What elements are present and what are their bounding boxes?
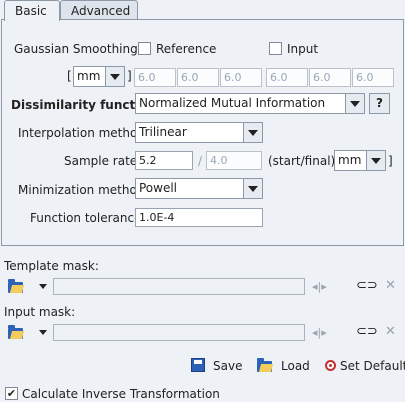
link-icon[interactable]: ⊂⊃ [356, 324, 378, 340]
template-mask-label: Template mask: [4, 259, 99, 273]
tab-advanced-label: Advanced [71, 4, 131, 18]
reference-checkbox[interactable] [138, 42, 151, 55]
close-icon[interactable]: ✕ [385, 324, 396, 340]
load-folder-icon [257, 358, 272, 372]
minimization-label: Minimization method [18, 183, 145, 197]
sample-rate-unit-select[interactable]: mm [334, 150, 386, 171]
gaussian-unit-value: mm [77, 69, 101, 83]
gaussian-bracket-open: [ [67, 69, 72, 83]
minimization-select[interactable]: Powell [135, 178, 263, 199]
inverse-checkbox[interactable]: ✔ [5, 387, 18, 400]
interpolation-select[interactable]: Trilinear [135, 122, 263, 143]
input-y-field[interactable]: 6.0 [309, 68, 351, 87]
tolerance-label: Function tolerance [30, 211, 142, 225]
help-button[interactable]: ? [369, 93, 390, 114]
input-z-field[interactable]: 6.0 [352, 68, 394, 87]
tab-basic[interactable]: Basic [4, 0, 60, 21]
gaussian-unit-select[interactable]: mm [73, 66, 125, 87]
tolerance-field[interactable]: 1.0E-4 [135, 208, 263, 227]
set-default-button[interactable]: Set Default [340, 358, 405, 374]
load-button[interactable]: Load [281, 358, 310, 374]
gaussian-bracket-close: ] [127, 69, 132, 83]
chevron-down-icon [105, 67, 124, 86]
link-icon[interactable]: ⊂⊃ [356, 278, 378, 294]
sample-rate-final-field[interactable]: 4.0 [206, 151, 262, 170]
sample-rate-slash: / [198, 154, 203, 168]
input-mask-path-field[interactable] [53, 324, 305, 341]
chevron-down-icon [366, 151, 385, 170]
chevron-down-icon[interactable] [39, 330, 47, 335]
input-mask-label: Input mask: [4, 305, 76, 319]
save-icon [191, 358, 205, 372]
sample-rate-start-field[interactable]: 5.2 [135, 151, 193, 170]
interpolation-value: Trilinear [139, 125, 187, 139]
close-icon[interactable]: ✕ [385, 278, 396, 294]
open-folder-icon[interactable] [8, 279, 23, 293]
chevron-down-icon [243, 123, 262, 142]
dissimilarity-value: Normalized Mutual Information [139, 96, 326, 110]
sample-rate-unit-value: mm [338, 153, 362, 167]
input-checkbox[interactable] [269, 42, 282, 55]
navigate-arrows-icon[interactable]: ◂|▸ [312, 325, 327, 341]
reference-z-field[interactable]: 6.0 [220, 68, 262, 87]
interpolation-label: Interpolation method [18, 126, 145, 140]
dissimilarity-select[interactable]: Normalized Mutual Information [135, 93, 365, 114]
open-folder-icon[interactable] [8, 325, 23, 339]
target-icon [325, 360, 336, 371]
reference-y-field[interactable]: 6.0 [177, 68, 219, 87]
navigate-arrows-icon[interactable]: ◂|▸ [312, 279, 327, 295]
minimization-value: Powell [139, 181, 178, 195]
tab-basic-label: Basic [15, 4, 47, 18]
reference-x-field[interactable]: 6.0 [134, 68, 176, 87]
input-x-field[interactable]: 6.0 [266, 68, 308, 87]
sample-rate-bracket-close: ] [388, 154, 393, 168]
chevron-down-icon [345, 94, 364, 113]
template-mask-path-field[interactable] [53, 278, 305, 295]
gaussian-smoothing-label: Gaussian Smoothing [14, 42, 138, 56]
chevron-down-icon [243, 179, 262, 198]
chevron-down-icon[interactable] [39, 284, 47, 289]
save-button[interactable]: Save [213, 358, 242, 374]
reference-label: Reference [156, 42, 217, 56]
input-label: Input [287, 42, 319, 56]
sample-rate-label: Sample rate [64, 154, 138, 168]
tab-advanced[interactable]: Advanced [60, 0, 138, 20]
sample-rate-note: (start/final) [268, 154, 336, 168]
